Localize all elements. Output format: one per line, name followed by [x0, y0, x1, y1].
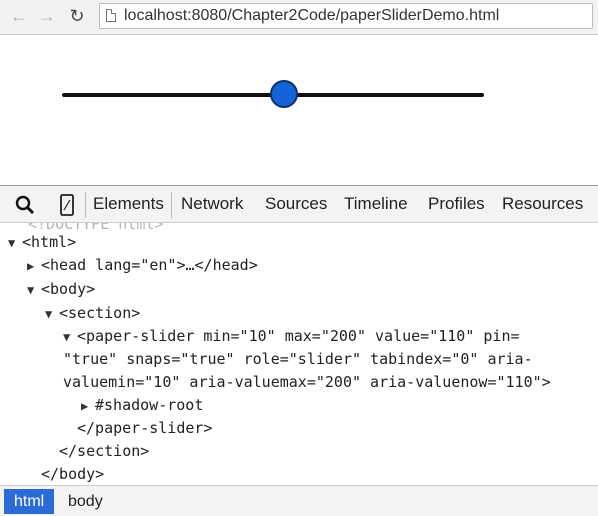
tree-node-shadow-root[interactable]: ▶ #shadow-root	[81, 394, 203, 417]
arrow-right-icon[interactable]: →	[36, 5, 58, 27]
node-text: </section>	[59, 442, 150, 460]
browser-toolbar: ← → ↻ localhost:8080/Chapter2Code/paperS…	[0, 0, 598, 35]
node-text: <section>	[59, 304, 141, 322]
node-text: </body>	[41, 465, 105, 483]
node-text: valuemin="10" aria-valuemax="200" aria-v…	[63, 373, 551, 391]
tree-node-slider-close[interactable]: </paper-slider>	[77, 417, 212, 439]
reload-icon[interactable]: ↻	[66, 5, 88, 27]
tab-profiles[interactable]: Profiles	[428, 194, 485, 214]
breadcrumb-body[interactable]: body	[68, 489, 103, 514]
node-text: <body>	[41, 280, 96, 298]
breadcrumb-html[interactable]: html	[4, 489, 55, 514]
tab-network[interactable]: Network	[181, 194, 243, 214]
tree-node-body-close[interactable]: </body>	[41, 463, 104, 485]
node-text: "true" snaps="true" role="slider" tabind…	[63, 350, 533, 368]
address-bar[interactable]: localhost:8080/Chapter2Code/paperSliderD…	[99, 3, 593, 29]
tab-resources[interactable]: Resources	[502, 194, 583, 214]
expand-triangle-icon[interactable]: ▼	[63, 326, 77, 348]
tree-node-html[interactable]: ▼ <html>	[8, 231, 76, 254]
elements-tree: <!DOCTYPE html> ▼ <html> ▶ <head lang="en"…	[0, 223, 598, 485]
breadcrumb-bar: html body	[0, 485, 598, 516]
paper-slider[interactable]	[62, 77, 484, 113]
expand-triangle-icon[interactable]: ▼	[8, 232, 22, 254]
tree-node-head[interactable]: ▶ <head lang="en">…</head>	[27, 254, 258, 277]
collapsed-triangle-icon[interactable]: ▶	[81, 395, 95, 417]
arrow-left-icon[interactable]: ←	[8, 5, 30, 27]
node-text: <html>	[22, 233, 77, 251]
collapsed-triangle-icon[interactable]: ▶	[27, 255, 41, 277]
devtools-tab-bar: Elements Network Sources Timeline Profil…	[0, 185, 598, 223]
toolbar-divider	[171, 192, 172, 218]
expand-triangle-icon[interactable]: ▼	[27, 279, 41, 301]
tree-node-section-close[interactable]: </section>	[59, 440, 149, 462]
slider-knob[interactable]	[270, 80, 299, 108]
page-viewport	[0, 35, 598, 185]
tree-node-section[interactable]: ▼ <section>	[45, 302, 140, 325]
url-text: localhost:8080/Chapter2Code/paperSliderD…	[124, 7, 500, 24]
page-icon	[106, 9, 116, 22]
tab-timeline[interactable]: Timeline	[344, 194, 408, 214]
tab-sources[interactable]: Sources	[265, 194, 327, 214]
tree-node-paper-slider-cont: "true" snaps="true" role="slider" tabind…	[63, 348, 533, 370]
tree-node-paper-slider[interactable]: ▼ <paper-slider min="10" max="200" value=…	[63, 325, 520, 348]
tab-elements[interactable]: Elements	[93, 194, 164, 214]
search-icon[interactable]	[14, 194, 36, 216]
device-mode-icon[interactable]	[56, 194, 78, 216]
expand-triangle-icon[interactable]: ▼	[45, 303, 59, 325]
node-text: #shadow-root	[95, 396, 204, 414]
node-text: <paper-slider min="10" max="200" value="…	[77, 327, 520, 345]
node-text: <head lang="en">…</head>	[41, 256, 258, 274]
node-text: </paper-slider>	[77, 419, 213, 437]
tree-node-paper-slider-cont: valuemin="10" aria-valuemax="200" aria-v…	[63, 371, 551, 393]
tree-node-body[interactable]: ▼ <body>	[27, 278, 95, 301]
toolbar-divider	[85, 192, 86, 218]
